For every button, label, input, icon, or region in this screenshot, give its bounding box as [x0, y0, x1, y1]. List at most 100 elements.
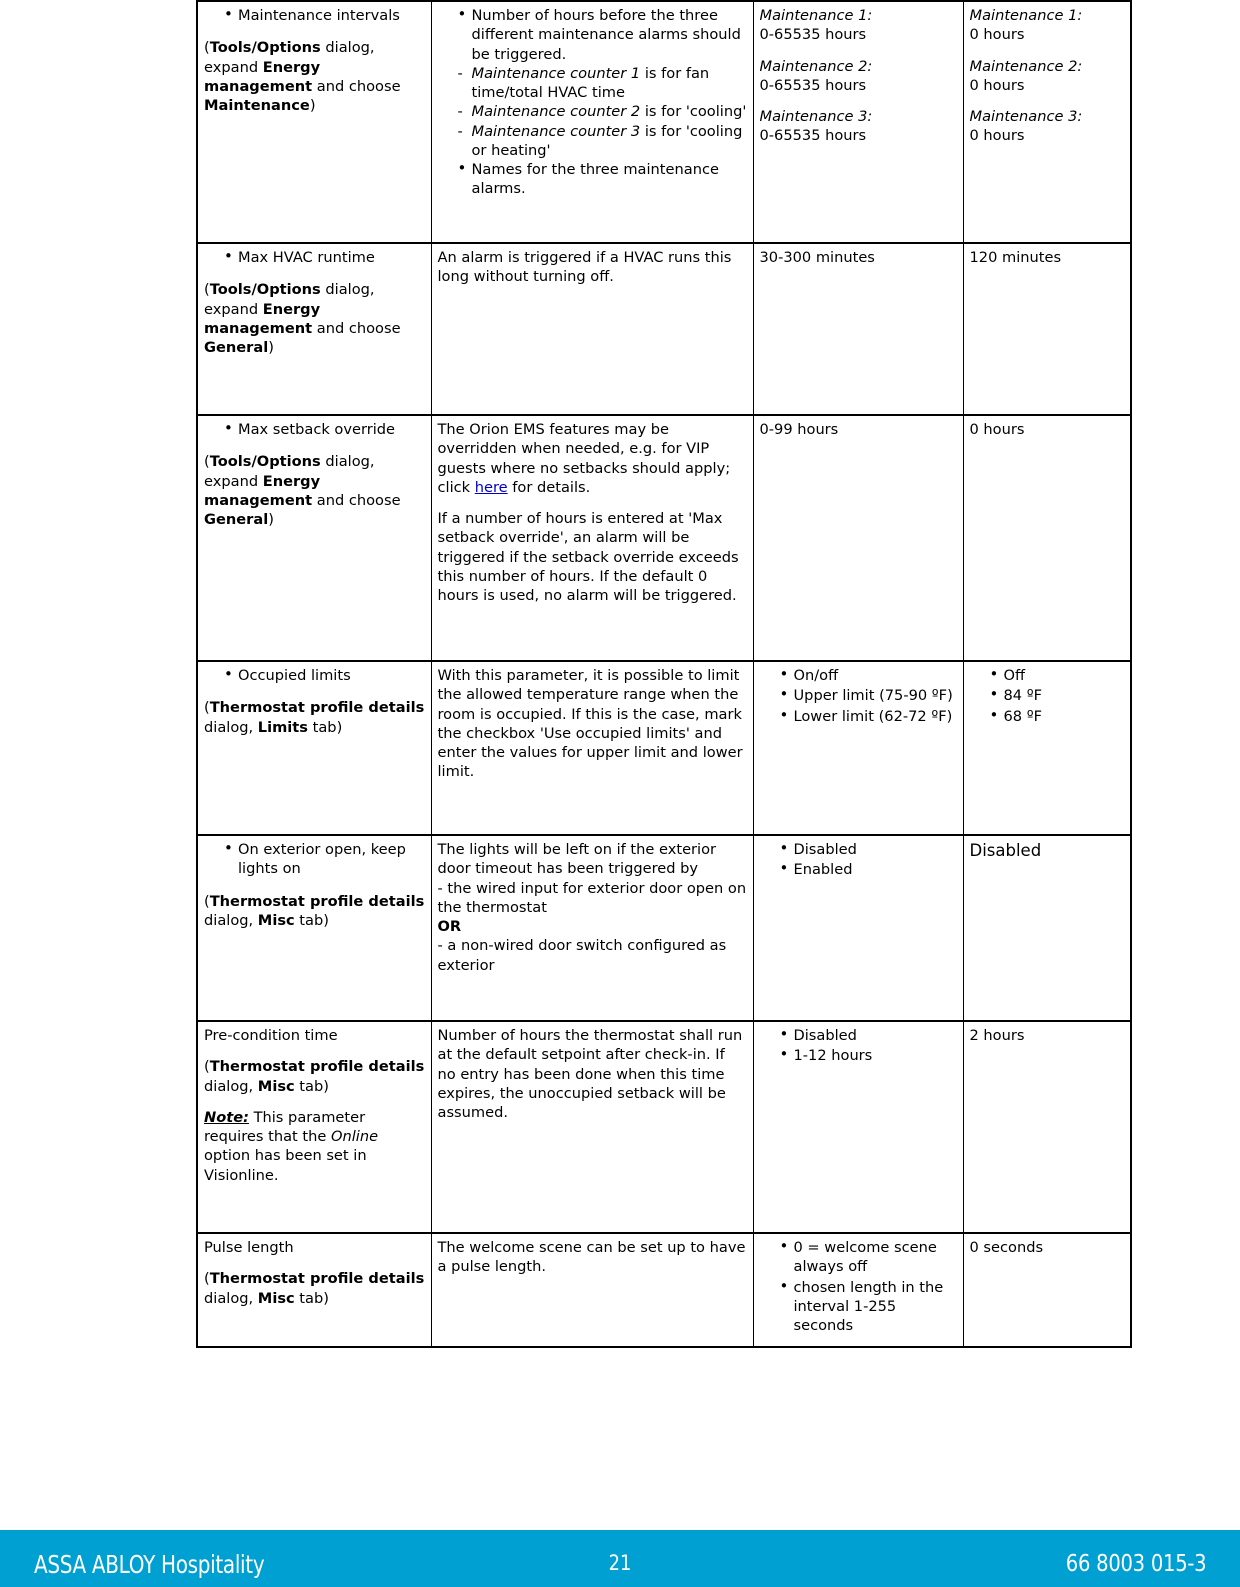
default-value-1: 0 hours — [969, 26, 1025, 44]
cell-default: 0 seconds — [962, 1232, 1132, 1348]
description-line-1: The lights will be left on if the exteri… — [437, 841, 717, 878]
cell-default: 2 hours — [962, 1020, 1132, 1234]
parameter-name: On exterior open, keep lights on — [224, 839, 425, 879]
dialog-name: Tools/Options — [209, 39, 321, 57]
cell-default: Off 84 ºF 68 ºF — [962, 660, 1132, 836]
page-content: Maintenance intervals (Tools/Options dia… — [196, 0, 1132, 1348]
footer-page-number: 21 — [608, 1551, 632, 1575]
default-label-3: Maintenance 3: — [969, 108, 1083, 125]
parameter-bullet-list: Occupied limits — [204, 665, 425, 685]
list-item: 68 ºF — [990, 705, 1125, 726]
table-row: On exterior open, keep lights on (Thermo… — [196, 834, 1132, 1022]
list-item: 1-12 hours — [780, 1045, 957, 1065]
range-label-1: Maintenance 1: — [759, 7, 873, 24]
menu-choice-name: General — [204, 511, 269, 528]
note-option-name: Online — [331, 1128, 379, 1145]
parameter-location: (Thermostat profile details dialog, Limi… — [204, 698, 425, 737]
location-text-1: dialog, — [204, 1289, 258, 1307]
list-item: Upper limit (75-90 ºF) — [780, 685, 957, 705]
description-paragraph-2: If a number of hours is entered at 'Max … — [437, 510, 739, 604]
dialog-name: Thermostat profile details — [209, 892, 425, 910]
description-line-3: OR — [437, 918, 462, 935]
cell-range: Disabled 1-12 hours — [752, 1020, 964, 1234]
location-text-2: tab — [294, 1289, 324, 1307]
paren-close: ) — [323, 1077, 329, 1095]
range-label-2: Maintenance 2: — [759, 57, 873, 75]
range-text: 30-300 minutes — [759, 249, 875, 266]
default-value-2: 0 hours — [969, 76, 1025, 94]
dialog-name: Tools/Options — [209, 453, 321, 471]
location-text-2: and choose — [312, 319, 401, 337]
tab-name: Misc — [257, 1077, 295, 1095]
page-footer: ASSA ABLOY Hospitality 21 66 8003 015-3 — [0, 1530, 1240, 1587]
location-text-1: dialog, — [204, 911, 258, 929]
cell-range: On/off Upper limit (75-90 ºF) Lower limi… — [752, 660, 964, 836]
parameters-table: Maintenance intervals (Tools/Options dia… — [196, 0, 1132, 1348]
parameter-bullet-list: On exterior open, keep lights on — [204, 839, 425, 879]
default-list: Off 84 ºF 68 ºF — [970, 665, 1125, 726]
cell-description: Number of hours before the three differe… — [430, 0, 754, 244]
description-dash-list: Maintenance counter 1 is for fan time/to… — [438, 64, 747, 160]
parameter-location: (Thermostat profile details dialog, Misc… — [204, 1269, 425, 1308]
parameter-name: Pulse length — [204, 1239, 294, 1256]
cell-range: Maintenance 1: 0-65535 hours Maintenance… — [752, 0, 964, 244]
footer-document-code: 66 8003 015-3 — [1065, 1551, 1206, 1577]
location-text-1: dialog, — [204, 1077, 258, 1095]
list-item: 0 = welcome scene always off — [780, 1237, 957, 1277]
description-bullet-list: Number of hours before the three differe… — [438, 5, 747, 64]
cell-parameter: Max HVAC runtime (Tools/Options dialog, … — [196, 242, 432, 416]
list-item: Enabled — [780, 859, 957, 879]
list-item: Disabled — [780, 1025, 957, 1045]
dash-item-2: Maintenance counter 2 is for 'cooling' — [458, 102, 747, 122]
description-line-2: - the wired input for exterior door open… — [437, 879, 747, 916]
cell-default: Maintenance 1: 0 hours Maintenance 2: 0 … — [962, 0, 1132, 244]
table-row: Max HVAC runtime (Tools/Options dialog, … — [196, 242, 1132, 416]
footer-inner: ASSA ABLOY Hospitality 21 66 8003 015-3 — [0, 1530, 1240, 1587]
counter-2-text: is for 'cooling' — [640, 103, 747, 121]
table-row: Pre-condition time (Thermostat profile d… — [196, 1020, 1132, 1234]
description-line-4: - a non-wired door switch configured as … — [437, 937, 727, 974]
description-text: The welcome scene can be set up to have … — [437, 1239, 746, 1276]
menu-choice-name: General — [204, 339, 269, 356]
menu-choice-name: Maintenance — [204, 97, 310, 114]
parameter-location: (Tools/Options dialog, expand Energy man… — [204, 38, 425, 115]
cell-description: Number of hours the thermostat shall run… — [430, 1020, 754, 1234]
parameter-name: Maintenance intervals — [224, 5, 425, 25]
default-label-1: Maintenance 1: — [969, 7, 1083, 24]
range-label-3: Maintenance 3: — [759, 108, 873, 125]
cell-default: 120 minutes — [962, 242, 1132, 416]
range-list: Disabled 1-12 hours — [760, 1025, 957, 1066]
parameter-note: Note: This parameter requires that the O… — [204, 1108, 425, 1185]
list-item: chosen length in the interval 1-255 seco… — [780, 1277, 957, 1336]
table-row: Occupied limits (Thermostat profile deta… — [196, 660, 1132, 836]
range-list: Disabled Enabled — [760, 839, 957, 880]
parameter-name: Occupied limits — [224, 665, 425, 685]
parameter-bullet-list: Max setback override — [204, 419, 425, 439]
here-link[interactable]: here — [475, 479, 508, 496]
range-value-2: 0-65535 hours — [759, 76, 867, 94]
cell-default: 0 hours — [962, 414, 1132, 662]
range-list: On/off Upper limit (75-90 ºF) Lower limi… — [760, 665, 957, 726]
default-text: 2 hours — [969, 1027, 1025, 1044]
cell-parameter: Pulse length (Thermostat profile details… — [196, 1232, 432, 1348]
tab-name: Limits — [257, 718, 308, 736]
parameter-bullet-list: Max HVAC runtime — [204, 247, 425, 267]
dash-item-3: Maintenance counter 3 is for 'cooling or… — [458, 122, 747, 161]
description-text-b: for details. — [507, 478, 591, 496]
cell-parameter: On exterior open, keep lights on (Thermo… — [196, 834, 432, 1022]
paren-close: ) — [268, 511, 274, 528]
list-item: Lower limit (62-72 ºF) — [780, 705, 957, 726]
parameter-bullet-list: Maintenance intervals — [204, 5, 425, 25]
parameter-location: (Thermostat profile details dialog, Misc… — [204, 892, 425, 931]
description-text: With this parameter, it is possible to l… — [437, 667, 743, 781]
default-text: Disabled — [969, 841, 1042, 860]
cell-default: Disabled — [962, 834, 1132, 1022]
description-paragraph-1: The Orion EMS features may be overridden… — [438, 420, 747, 497]
range-value-1: 0-65535 hours — [759, 26, 867, 44]
